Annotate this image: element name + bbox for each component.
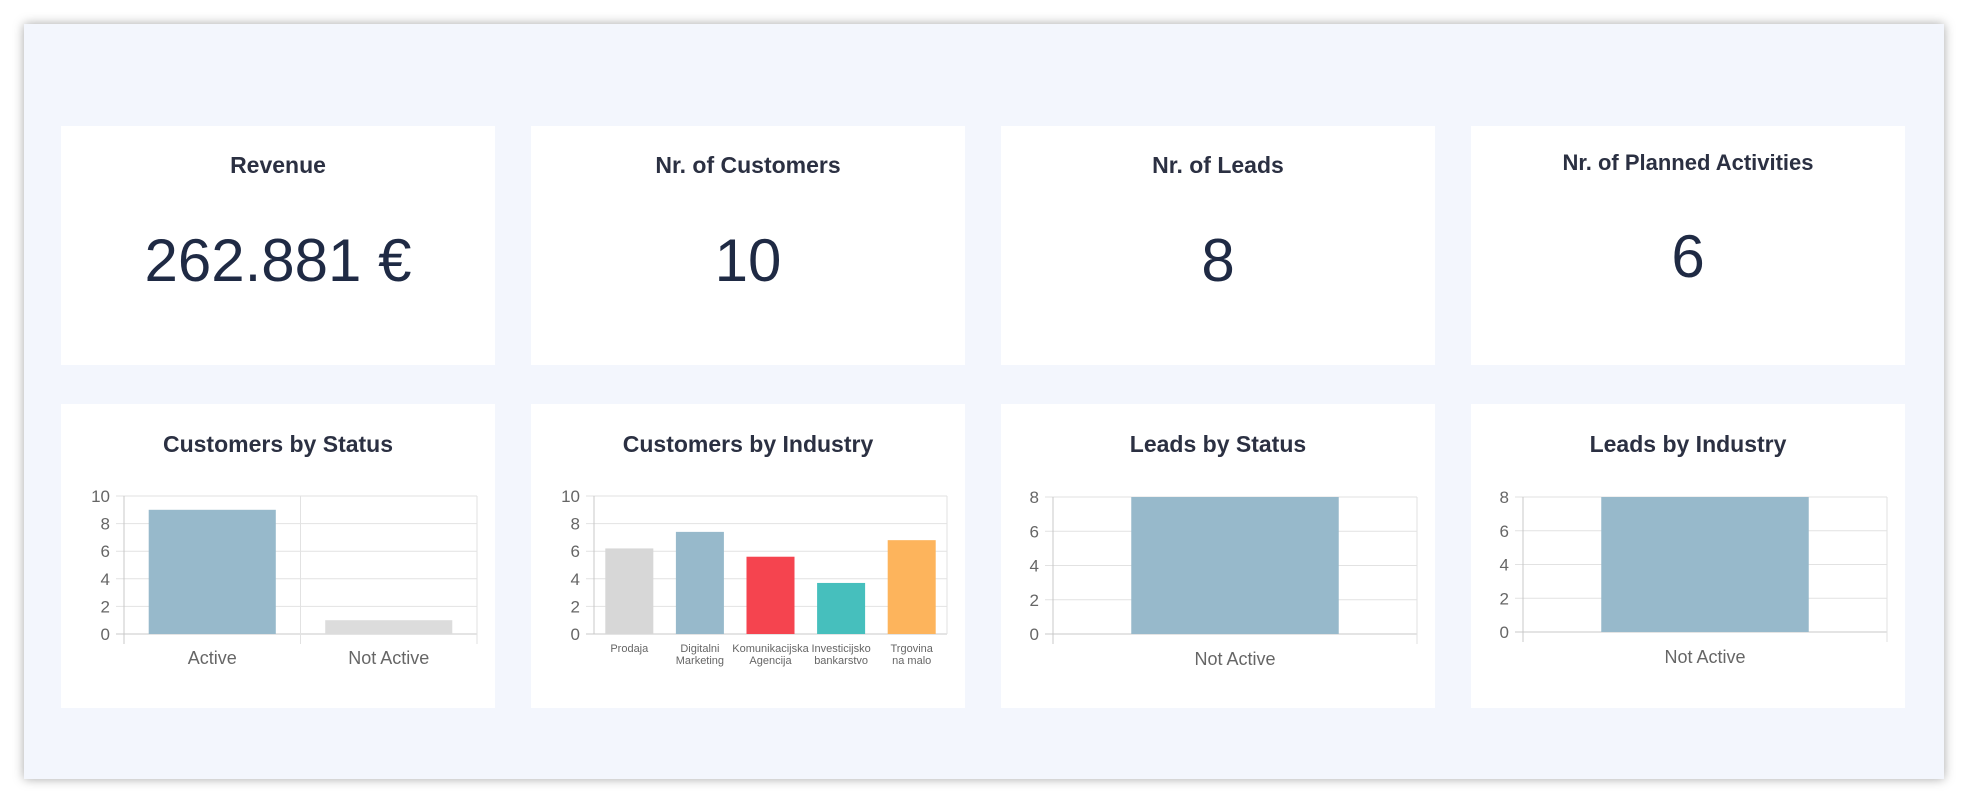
x-category-label: Trgovina xyxy=(891,643,934,655)
y-tick-label: 0 xyxy=(1030,625,1039,644)
card-title: Revenue xyxy=(230,152,326,178)
customers-by-status-chart: 0 2 4 6 8 10 Active Not Active xyxy=(91,487,478,668)
y-tick-label: 10 xyxy=(91,487,110,506)
leads-by-status-card: Leads by Status 0 2 4 6 8 Not Active xyxy=(1001,404,1435,708)
revenue-card: Revenue 262.881 € xyxy=(61,126,495,365)
chart-title: Leads by Status xyxy=(1129,431,1307,457)
card-value: 8 xyxy=(1201,227,1235,294)
x-category-label: Not Active xyxy=(1664,647,1745,667)
bar xyxy=(817,582,866,634)
y-tick-label: 4 xyxy=(101,570,110,589)
card-value: 10 xyxy=(714,227,782,294)
card-value: 262.881 € xyxy=(144,227,412,294)
bar xyxy=(605,548,654,634)
y-tick-label: 2 xyxy=(1500,589,1509,608)
bar xyxy=(1131,497,1339,634)
bar xyxy=(887,540,936,634)
y-tick-label: 0 xyxy=(1500,623,1509,642)
x-category-label: Investicijsko xyxy=(811,643,870,655)
x-category-label: Digitalni xyxy=(680,643,719,655)
y-tick-label: 4 xyxy=(1500,556,1509,575)
y-tick-label: 8 xyxy=(571,515,580,534)
leads-count-card: Nr. of Leads 8 xyxy=(1001,126,1435,365)
y-tick-label: 2 xyxy=(571,597,580,616)
card-value: 6 xyxy=(1671,223,1705,290)
chart-title: Customers by Industry xyxy=(622,431,874,457)
bar xyxy=(325,620,453,634)
y-tick-label: 8 xyxy=(1500,488,1509,507)
x-category-label: Komunikacijska xyxy=(732,643,809,655)
y-tick-label: 0 xyxy=(571,625,580,644)
card-title: Nr. of Planned Activities xyxy=(1562,150,1814,175)
customers-by-industry-card: Customers by Industry 0 2 4 6 8 10 Prodaja Digi… xyxy=(531,404,965,708)
bar xyxy=(1601,497,1809,632)
y-tick-label: 4 xyxy=(1030,557,1039,576)
customers-by-industry-chart: 0 2 4 6 8 10 Prodaja DigitalniMarketing Komunika… xyxy=(561,487,948,667)
x-category-label: na malo xyxy=(892,655,931,667)
y-tick-label: 6 xyxy=(1500,522,1509,541)
leads-by-status-chart: 0 2 4 6 8 Not Active xyxy=(1030,488,1418,669)
y-tick-label: 2 xyxy=(1030,591,1039,610)
leads-by-industry-chart: 0 2 4 6 8 Not Active xyxy=(1500,488,1888,667)
x-category-label: Marketing xyxy=(676,655,724,667)
customers-by-status-card: Customers by Status 0 2 4 6 8 10 Active Not Act… xyxy=(61,404,495,708)
x-category-label: Agencija xyxy=(749,655,792,667)
y-tick-label: 2 xyxy=(101,597,110,616)
card-title: Nr. of Customers xyxy=(655,152,841,178)
bar xyxy=(148,509,276,634)
chart-title: Customers by Status xyxy=(162,431,394,457)
planned-activities-card: Nr. of Planned Activities 6 xyxy=(1471,126,1905,365)
y-tick-label: 6 xyxy=(1030,522,1039,541)
y-tick-label: 6 xyxy=(101,542,110,561)
leads-by-industry-card: Leads by Industry 0 2 4 6 8 Not Active xyxy=(1471,404,1905,708)
x-category-label: Active xyxy=(188,648,237,668)
bar xyxy=(746,556,795,634)
card-title: Nr. of Leads xyxy=(1152,152,1284,178)
customers-count-card: Nr. of Customers 10 xyxy=(531,126,965,365)
y-tick-label: 8 xyxy=(101,515,110,534)
bar xyxy=(675,531,724,634)
x-category-label: Not Active xyxy=(1194,649,1275,669)
dashboard-panel: Revenue 262.881 € Nr. of Customers 10 Nr… xyxy=(24,24,1944,779)
y-tick-label: 10 xyxy=(561,487,580,506)
x-category-label: Prodaja xyxy=(610,643,649,655)
chart-title: Leads by Industry xyxy=(1589,431,1787,457)
y-tick-label: 4 xyxy=(571,570,580,589)
y-tick-label: 8 xyxy=(1030,488,1039,507)
x-category-label: Not Active xyxy=(348,648,429,668)
y-tick-label: 6 xyxy=(571,542,580,561)
y-tick-label: 0 xyxy=(101,625,110,644)
x-category-label: bankarstvo xyxy=(814,655,868,667)
